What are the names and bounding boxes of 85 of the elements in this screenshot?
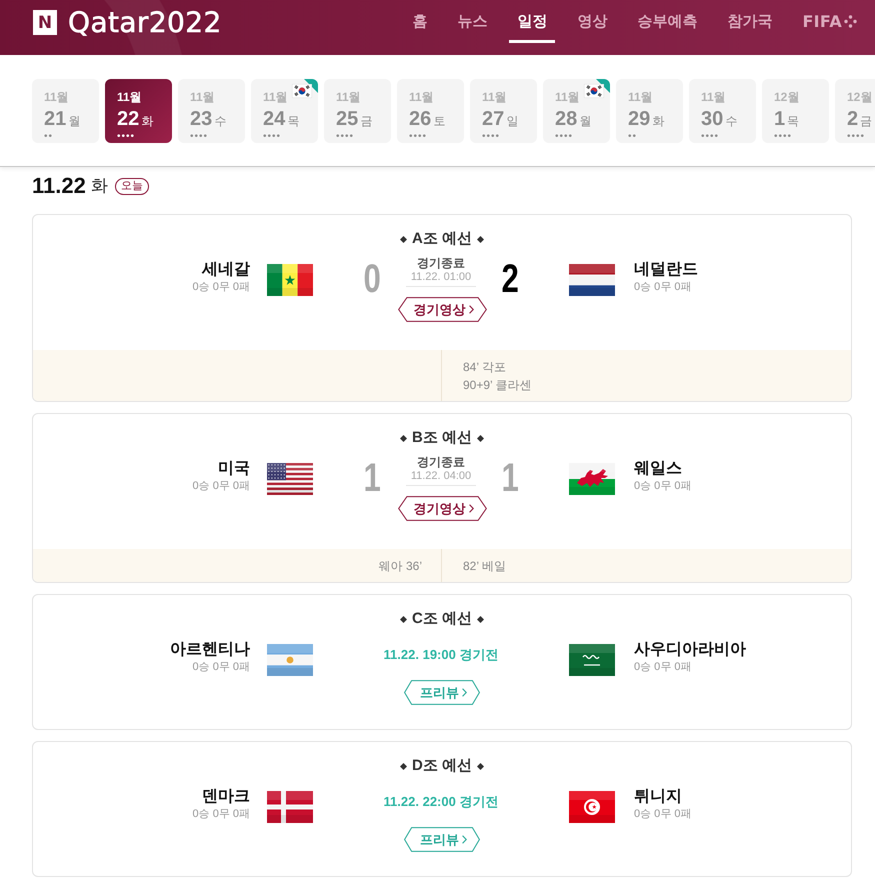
date-tab[interactable]: 11월 25 금 •••• [324,79,391,143]
group-title: B조 예선 [412,429,472,447]
highlights-button[interactable]: 경기영상 [398,496,486,521]
diamond-icon [477,762,484,770]
nav-tab[interactable]: 승부예측 [629,0,706,43]
diamond-icon [400,616,407,622]
flag-icon [267,644,313,676]
weekday-text: 화 [90,175,108,197]
date-tab[interactable]: 11월 22 화 •••• [105,79,172,143]
team-name: 덴마크 [202,787,250,807]
diamond-icon [400,236,407,242]
group-title: C조 예선 [412,610,472,628]
team-record: 0승 0무 0패 [192,807,250,821]
flag-icon [584,84,604,98]
preview-button[interactable]: 프리뷰 [404,680,480,705]
highlights-button[interactable]: 경기영상 [398,297,486,322]
nav-tab[interactable]: 일정 [509,0,556,43]
team-name: 네덜란드 [634,260,698,280]
team-record: 0승 0무 0패 [192,479,250,493]
chevron-right-icon [462,835,467,844]
group-title: A조 예선 [412,230,472,248]
match-status: 경기종료 [417,455,465,469]
logo-wordmark[interactable]: Qatar2022 [68,8,222,36]
goal-event-text: 84’ 각포 [463,359,506,376]
date-tab[interactable]: 12월 1 목 •••• [762,79,829,143]
date-tab[interactable]: 12월 2 금 •••• [835,79,875,143]
team-record: 0승 0무 0패 [634,807,692,821]
today-badge: 오늘 [114,178,149,194]
flag-icon [569,791,615,823]
score-text: 1 [501,461,519,495]
team-record: 0승 0무 0패 [192,660,250,674]
logo-mark[interactable]: N [33,10,57,35]
match-time: 11.22. 04:00 [410,469,472,483]
diamond-icon [477,434,484,442]
nav-tab[interactable]: 참가국 [719,0,780,43]
team-name: 미국 [218,459,250,479]
score-text: 2 [501,262,519,296]
goal-event-text: 82’ 베일 [463,558,506,575]
date-tab[interactable]: 11월 28 월 •••• [543,79,610,143]
group-title: D조 예선 [412,757,472,775]
flag-icon [267,264,313,296]
match-status: 경기종료 [417,256,465,270]
flag-icon [569,463,615,495]
team-record: 0승 0무 0패 [192,280,250,294]
team-name: 세네갈 [202,260,250,280]
team-name: 튀니지 [634,787,682,807]
team-name: 아르헨티나 [170,640,250,660]
date-tab[interactable]: 11월 30 수 •••• [689,79,756,143]
flag-icon [267,463,313,495]
chevron-right-icon [468,305,474,314]
date-tab[interactable]: 11월 23 수 •••• [178,79,245,143]
nav-tab[interactable]: 뉴스 [449,0,496,43]
score-text: 1 [363,461,381,495]
nav-tab[interactable]: 영상 [569,0,616,43]
diamond-icon [400,434,407,442]
diamond-icon [477,616,484,622]
date-tab[interactable]: 11월 21 월 •• [32,79,99,143]
date-tab[interactable]: 11월 26 토 •••• [397,79,464,143]
date-tab[interactable]: 11월 24 목 •••• [251,79,318,143]
team-name: 웨일스 [634,459,682,479]
flag-icon [569,264,615,296]
nav-tab[interactable]: 홈 [404,0,436,43]
goal-event-text: 웨아 36’ [378,558,422,575]
flag-icon [292,84,312,98]
plus-dots-icon [844,14,857,28]
match-time: 11.22. 01:00 [410,270,472,284]
nav-tab[interactable]: FIFA [794,0,865,43]
team-record: 0승 0무 0패 [634,280,692,294]
team-record: 0승 0무 0패 [634,660,692,674]
preview-button[interactable]: 프리뷰 [404,827,480,852]
date-tab[interactable]: 11월 27 일 •••• [470,79,537,143]
team-name: 사우디아라비아 [634,640,746,660]
kickoff-text: 11.22. 22:00 경기전 [384,793,498,811]
score-text: 0 [363,262,381,296]
goal-event-text: 90+9’ 클라센 [463,377,532,394]
chevron-right-icon [468,504,474,513]
kickoff-text: 11.22. 19:00 경기전 [384,646,498,664]
chevron-right-icon [462,688,467,697]
diamond-icon [400,762,407,770]
team-record: 0승 0무 0패 [634,479,692,493]
flag-icon [569,644,615,676]
flag-icon [267,791,313,823]
diamond-icon [477,236,484,242]
date-tab[interactable]: 11월 29 화 •• [616,79,683,143]
date-heading: 11.22 [32,174,86,198]
